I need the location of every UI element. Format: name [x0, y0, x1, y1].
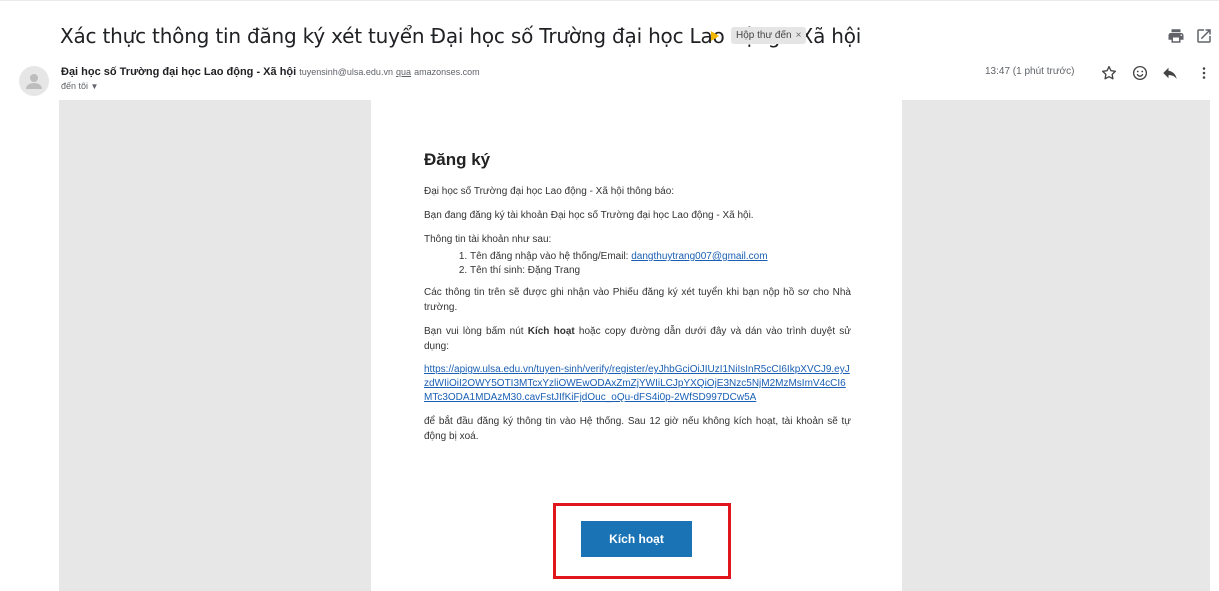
registering-text: Bạn đang đăng ký tài khoản Đại học số Tr…: [424, 210, 754, 221]
print-icon[interactable]: [1167, 27, 1185, 45]
login-email-link[interactable]: dangthuytrang007@gmail.com: [631, 251, 767, 262]
sender-name: Đại học số Trường đại học Lao động - Xã …: [61, 66, 297, 78]
deadline-note-text: để bắt đầu đăng ký thông tin vào Hệ thốn…: [424, 416, 851, 442]
sender-line: Đại học số Trường đại học Lao động - Xã …: [61, 66, 480, 78]
label-chip-remove-button[interactable]: ×: [796, 30, 802, 41]
top-divider: [0, 0, 1219, 1]
importance-marker-icon[interactable]: [711, 31, 719, 41]
verify-link[interactable]: https://apigw.ulsa.edu.vn/tuyen-sinh/ver…: [424, 363, 851, 405]
list-item: Tên thí sinh: Đặng Trang: [470, 264, 851, 278]
label-chip-text: Hộp thư đến: [736, 30, 792, 41]
instruction-bold: Kích hoạt: [527, 326, 575, 337]
open-in-new-window-icon[interactable]: [1195, 27, 1213, 45]
reply-icon[interactable]: [1161, 64, 1179, 82]
instruction-text: Bạn vui lòng bấm nút Kích hoạt hoặc copy…: [424, 324, 851, 354]
via-link[interactable]: qua: [396, 67, 411, 77]
body-title: Đăng ký: [424, 150, 491, 169]
recipient-dropdown[interactable]: đến tôi ▼: [61, 81, 98, 91]
record-note-text: Các thông tin trên sẽ được ghi nhận vào …: [424, 287, 851, 313]
activate-button[interactable]: Kích hoạt: [581, 521, 692, 557]
sender-email: tuyensinh@ulsa.edu.vn: [299, 67, 393, 77]
recipient-label: đến tôi: [61, 81, 89, 91]
default-avatar-icon: [26, 74, 42, 89]
star-icon[interactable]: [1100, 64, 1118, 82]
label-chip-inbox[interactable]: Hộp thư đến ×: [731, 27, 807, 44]
chevron-down-icon: ▼: [90, 82, 99, 91]
notice-text: Đại học số Trường đại học Lao động - Xã …: [424, 186, 675, 197]
emoji-reaction-icon[interactable]: [1131, 64, 1149, 82]
account-info-heading: Thông tin tài khoản như sau:: [424, 234, 552, 245]
login-email-label: Tên đăng nhập vào hệ thống/Email:: [470, 251, 632, 262]
instruction-pre: Bạn vui lòng bấm nút: [424, 326, 528, 337]
sender-avatar[interactable]: [19, 66, 49, 96]
more-vert-icon[interactable]: [1195, 64, 1213, 82]
account-info-list: Tên đăng nhập vào hệ thống/Email: dangth…: [424, 250, 851, 278]
email-body: Đăng ký Đại học số Trường đại học Lao độ…: [424, 150, 851, 453]
via-domain: amazonses.com: [414, 67, 480, 77]
email-timestamp: 13:47 (1 phút trước): [985, 66, 1075, 77]
list-item: Tên đăng nhập vào hệ thống/Email: dangth…: [470, 250, 851, 264]
